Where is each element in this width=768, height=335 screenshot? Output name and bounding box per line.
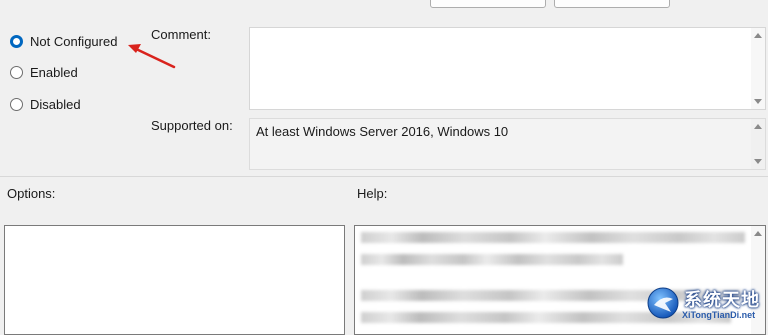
options-panel[interactable] xyxy=(4,225,345,335)
comment-scrollbar[interactable] xyxy=(751,28,765,109)
comment-label: Comment: xyxy=(151,27,211,42)
scroll-down-icon[interactable] xyxy=(754,159,762,164)
radio-label: Not Configured xyxy=(30,33,118,49)
comment-textarea[interactable] xyxy=(249,27,766,110)
next-setting-button[interactable] xyxy=(554,0,670,8)
options-label: Options: xyxy=(7,186,56,201)
supported-scrollbar[interactable] xyxy=(751,119,765,169)
scroll-up-icon[interactable] xyxy=(754,124,762,129)
scroll-up-icon[interactable] xyxy=(754,231,762,236)
help-label: Help: xyxy=(357,186,388,201)
radio-label: Disabled xyxy=(30,96,81,112)
supported-on-label: Supported on: xyxy=(151,118,233,133)
help-text-line xyxy=(361,232,745,243)
radio-icon[interactable] xyxy=(10,65,23,79)
watermark-logo: 系统天地 XiTongTianDi.net xyxy=(642,280,766,328)
scroll-down-icon[interactable] xyxy=(754,99,762,104)
watermark-subtitle: XiTongTianDi.net xyxy=(682,310,756,320)
globe-icon xyxy=(647,287,679,319)
supported-on-value: At least Windows Server 2016, Windows 10 xyxy=(256,124,509,139)
previous-setting-button[interactable] xyxy=(430,0,546,8)
watermark-title: 系统天地 xyxy=(684,290,760,310)
radio-not-configured[interactable]: Not Configured xyxy=(10,32,117,50)
radio-enabled[interactable]: Enabled xyxy=(10,63,78,81)
radio-disabled[interactable]: Disabled xyxy=(10,95,81,113)
section-divider xyxy=(0,176,768,177)
help-text-line xyxy=(361,254,623,265)
radio-selected-icon[interactable] xyxy=(10,34,23,48)
radio-label: Enabled xyxy=(30,64,78,80)
scroll-up-icon[interactable] xyxy=(754,33,762,38)
radio-icon[interactable] xyxy=(10,97,23,111)
supported-on-field: At least Windows Server 2016, Windows 10 xyxy=(249,118,766,170)
